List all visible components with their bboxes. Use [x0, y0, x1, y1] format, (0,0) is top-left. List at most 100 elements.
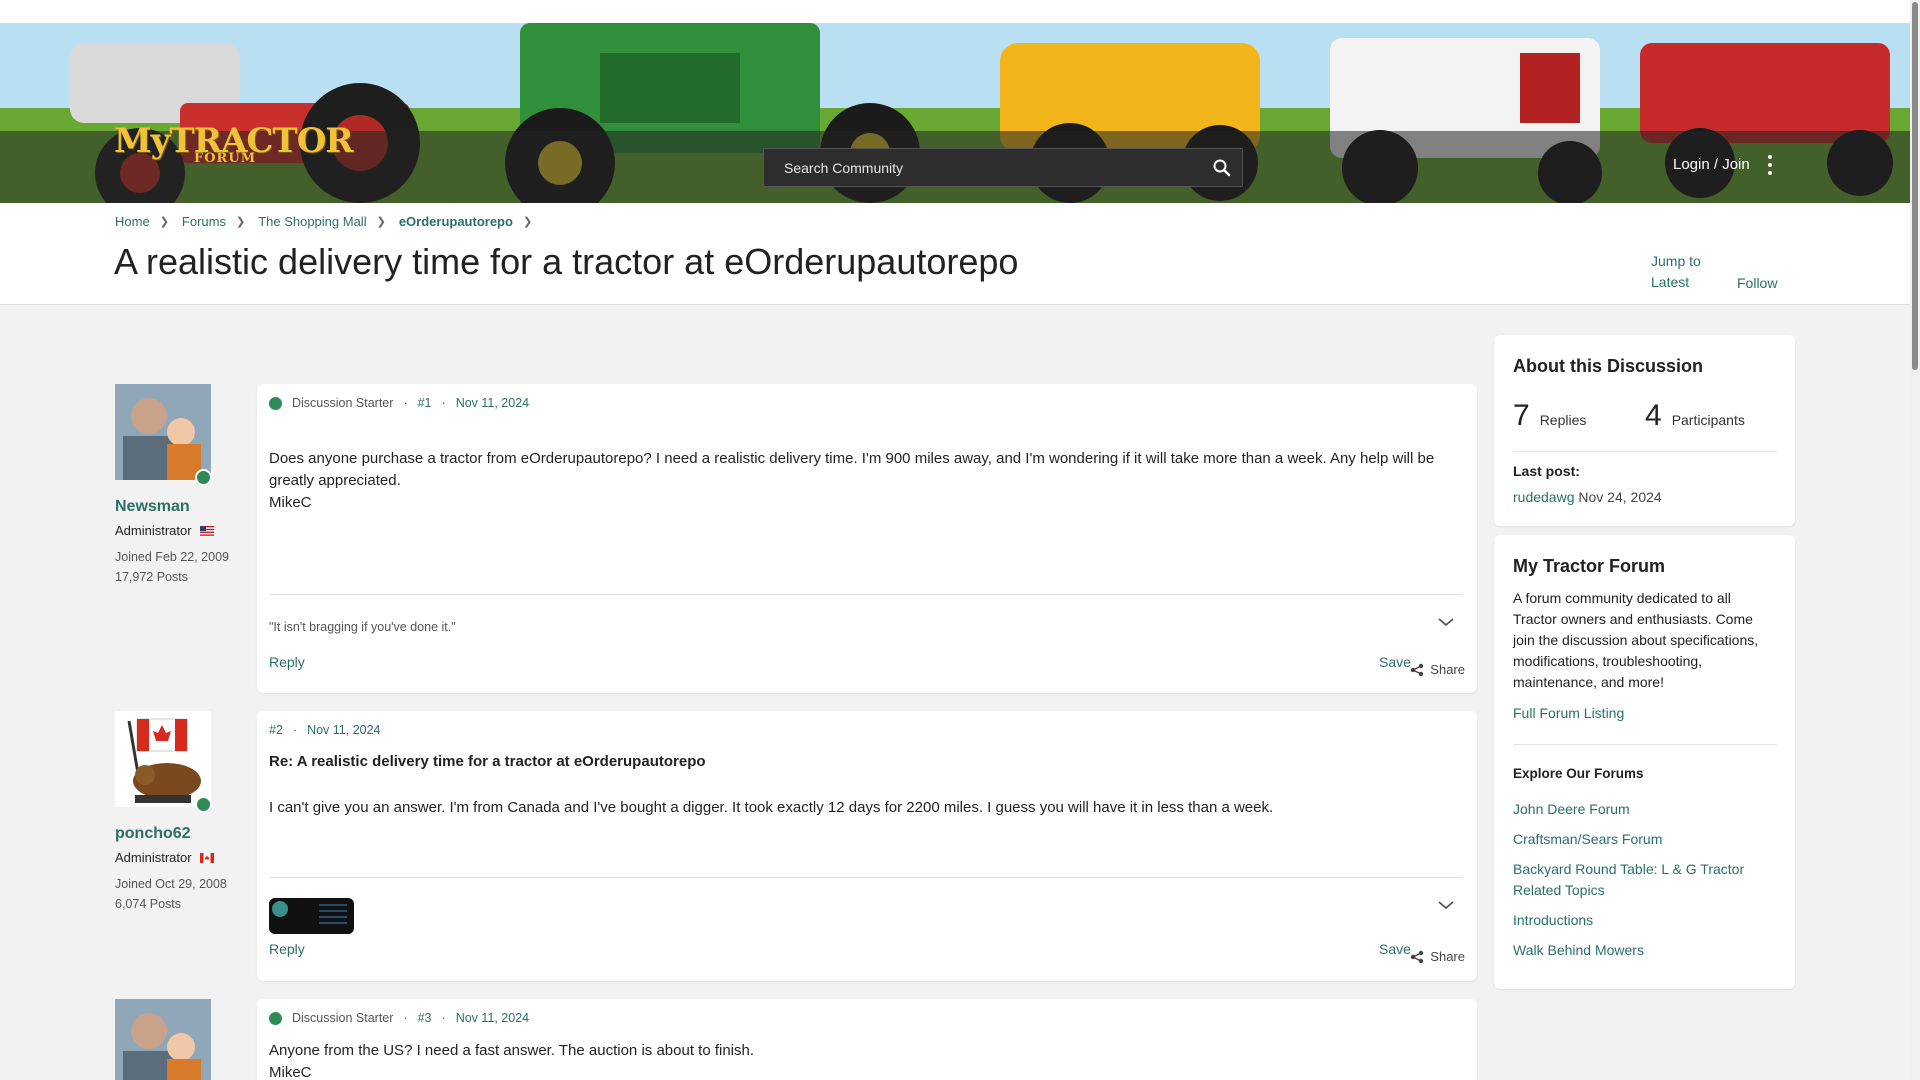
avatar[interactable] [115, 711, 212, 813]
moderator-badge-icon [195, 796, 212, 813]
participants-stat: 4 Participants [1645, 399, 1745, 433]
role-label: Administrator [115, 850, 192, 865]
post-count: 17,972 Posts [115, 570, 188, 584]
share-icon [1411, 950, 1424, 963]
author-role: Administrator [115, 850, 245, 865]
check-circle-icon [269, 396, 282, 410]
avatar[interactable] [115, 384, 212, 486]
save-button[interactable]: Save [1379, 941, 1411, 957]
author-meta: Joined Feb 22, 2009 17,972 Posts [115, 547, 245, 587]
breadcrumb-eorderupautorepo[interactable]: eOrderupautorepo [399, 214, 513, 229]
join-date: Joined Feb 22, 2009 [115, 550, 229, 564]
author-role: Administrator [115, 523, 245, 538]
follow-button[interactable]: Follow [1737, 275, 1777, 291]
explore-forums-label: Explore Our Forums [1513, 766, 1644, 781]
check-circle-icon [269, 1011, 282, 1025]
avatar[interactable] [115, 999, 211, 1080]
forum-link-walk-behind-mowers[interactable]: Walk Behind Mowers [1513, 940, 1767, 961]
post-author: poncho62 Administrator Joined Oct 29, 20… [115, 711, 245, 914]
post-number-link[interactable]: #1 [418, 396, 432, 410]
card-title: My Tractor Forum [1513, 556, 1666, 576]
last-post-label: Last post: [1513, 463, 1580, 479]
replies-count: 7 [1513, 399, 1530, 432]
breadcrumb-forums[interactable]: Forums [182, 214, 226, 229]
last-post-user-link[interactable]: rudedawg [1513, 489, 1575, 505]
chevron-right-icon: ❯ [376, 216, 386, 228]
about-discussion-card: About this Discussion 7 Replies 4 Particip… [1494, 335, 1795, 526]
post-number-link[interactable]: #3 [418, 1011, 432, 1025]
share-label: Share [1430, 949, 1465, 964]
page-title: A realistic delivery time for a tractor … [114, 241, 1019, 282]
more-menu-icon[interactable] [1766, 153, 1774, 177]
chevron-down-icon[interactable] [1437, 899, 1455, 911]
avatar-image [115, 999, 211, 1080]
full-forum-listing-link[interactable]: Full Forum Listing [1513, 705, 1624, 721]
canada-flag-icon [199, 852, 214, 863]
separator-dot: · [403, 1011, 408, 1025]
reply-button[interactable]: Reply [269, 654, 305, 670]
replies-stat: 7 Replies [1513, 399, 1586, 433]
separator-dot: · [441, 1011, 446, 1025]
forum-link-craftsman-sears[interactable]: Craftsman/Sears Forum [1513, 829, 1767, 850]
divider [269, 877, 1463, 878]
join-date: Joined Oct 29, 2008 [115, 877, 227, 891]
post-date-link[interactable]: Nov 11, 2024 [456, 1011, 529, 1025]
author-meta: Joined Oct 29, 2008 6,074 Posts [115, 874, 245, 914]
author-name[interactable]: poncho62 [115, 825, 245, 843]
post-count: 6,074 Posts [115, 897, 182, 911]
avatar-image [115, 384, 211, 480]
search-input[interactable] [764, 149, 1204, 186]
last-post-info: rudedawg Nov 24, 2024 [1513, 489, 1662, 505]
post-text: Anyone from the US? I need a fast answer… [269, 1042, 755, 1059]
breadcrumb-shopping-mall[interactable]: The Shopping Mall [258, 214, 366, 229]
search-box [763, 148, 1243, 187]
forum-description: A forum community dedicated to all Tract… [1513, 590, 1759, 690]
post-body: I can't give you an answer. I'm from Can… [269, 797, 1463, 819]
site-logo[interactable]: MyTRACTOR FORUM [114, 117, 354, 167]
post-text: MikeC [269, 1064, 312, 1080]
participants-label: Participants [1671, 412, 1745, 428]
post-author [115, 999, 245, 1080]
jump-to-latest-link[interactable]: Jump to Latest [1651, 251, 1711, 293]
breadcrumb-home[interactable]: Home [115, 214, 150, 229]
author-name[interactable]: Newsman [115, 498, 245, 516]
share-icon [1411, 663, 1424, 676]
login-join-link[interactable]: Login / Join [1673, 156, 1750, 173]
post-date-link[interactable]: Nov 11, 2024 [456, 396, 529, 410]
chevron-right-icon: ❯ [522, 216, 533, 228]
scrollbar-thumb[interactable] [1912, 2, 1918, 370]
share-button[interactable]: Share [1410, 949, 1465, 964]
post-header: #2 · Nov 11, 2024 [269, 723, 381, 737]
forum-link-backyard-round-table[interactable]: Backyard Round Table: L & G Tractor Rela… [1513, 859, 1767, 901]
top-strip [0, 0, 1910, 23]
post-card: Discussion Starter · #1 · Nov 11, 2024 D… [257, 384, 1477, 693]
post-text: I can't give you an answer. I'm from Can… [269, 799, 1274, 816]
participants-count: 4 [1645, 399, 1662, 432]
post-date-link[interactable]: Nov 11, 2024 [307, 723, 380, 737]
forum-link-introductions[interactable]: Introductions [1513, 910, 1767, 931]
page-scrollbar[interactable] [1910, 0, 1920, 1080]
forum-link-john-deere[interactable]: John Deere Forum [1513, 799, 1767, 820]
post-number-link[interactable]: #2 [269, 723, 283, 737]
logo-subtext: FORUM [194, 151, 257, 166]
post-body: Anyone from the US? I need a fast answer… [269, 1040, 1463, 1080]
post-card: #2 · Nov 11, 2024 Re: A realistic delive… [257, 711, 1477, 981]
chevron-right-icon: ❯ [159, 216, 169, 228]
separator-dot: · [403, 396, 408, 410]
separator-dot: · [292, 723, 298, 737]
chevron-down-icon[interactable] [1437, 616, 1455, 628]
us-flag-icon [199, 525, 214, 536]
reply-button[interactable]: Reply [269, 941, 305, 957]
share-button[interactable]: Share [1410, 662, 1465, 677]
save-button[interactable]: Save [1379, 654, 1411, 670]
post-header: Discussion Starter · #3 · Nov 11, 2024 [269, 1011, 529, 1025]
share-label: Share [1430, 662, 1465, 677]
divider [1513, 451, 1777, 452]
divider [269, 594, 1463, 595]
divider [1513, 744, 1777, 745]
separator-dot: · [441, 396, 446, 410]
signature-image [269, 898, 354, 934]
search-icon[interactable] [1212, 158, 1232, 178]
role-label: Administrator [115, 523, 192, 538]
forum-info-card: My Tractor Forum A forum community dedic… [1494, 535, 1795, 989]
